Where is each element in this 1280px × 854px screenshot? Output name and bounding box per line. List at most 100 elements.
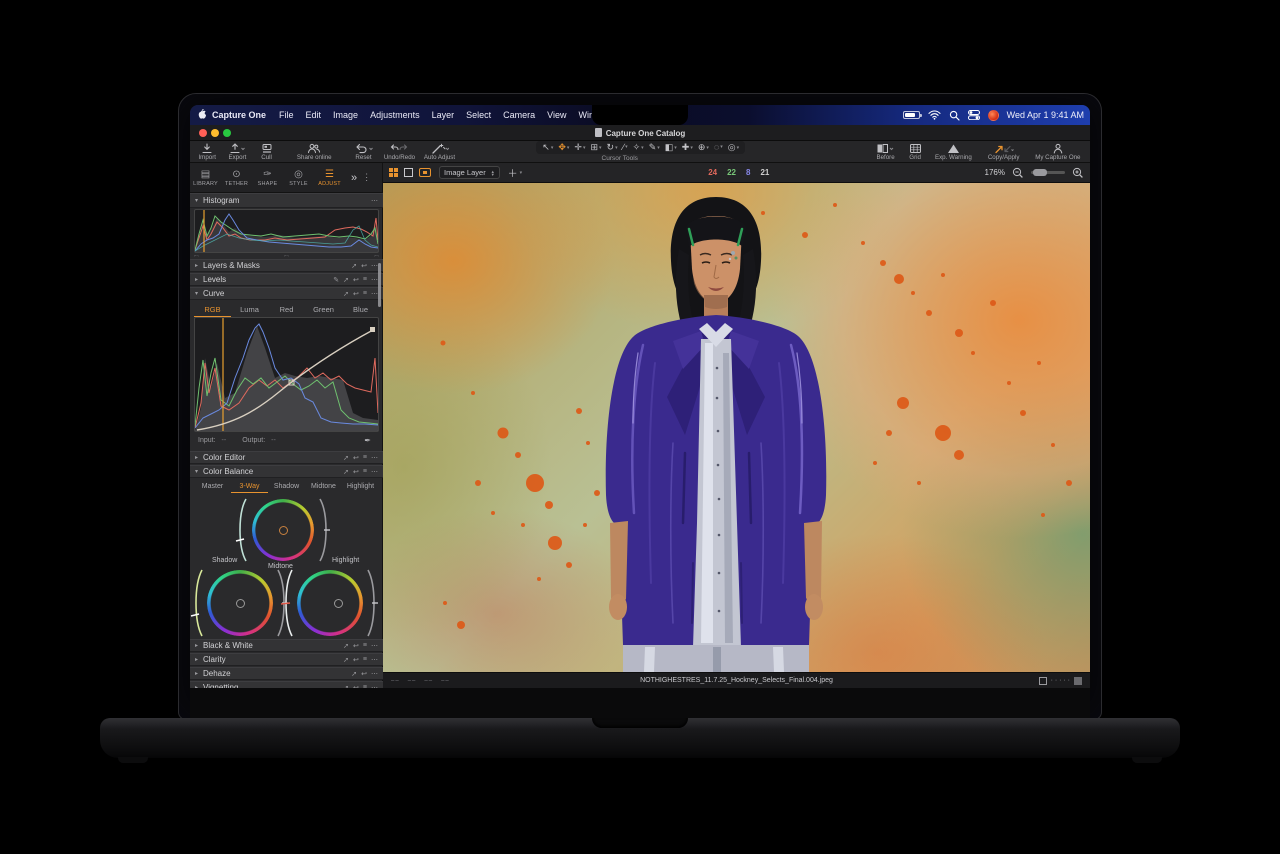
midtone-wheel-cursor[interactable]	[279, 526, 288, 535]
shadow-left-slider[interactable]	[190, 568, 204, 638]
before-button[interactable]: Before	[874, 143, 896, 161]
more-icon[interactable]: ⋯	[371, 642, 378, 650]
cull-button[interactable]: Cull	[256, 143, 278, 161]
curve-tab-luma[interactable]: Luma	[231, 303, 268, 317]
presets-icon[interactable]: ≡	[363, 454, 367, 462]
reset-icon[interactable]: ↩	[353, 276, 359, 284]
apple-menu-icon[interactable]	[196, 108, 207, 122]
expand-tabs-icon[interactable]: »	[351, 172, 357, 184]
presets-icon[interactable]: ≡	[363, 468, 367, 476]
reset-icon[interactable]: ↩	[353, 454, 359, 462]
tab-shape[interactable]: ✑SHAPE	[252, 169, 283, 187]
curve-tab-red[interactable]: Red	[268, 303, 305, 317]
curve-tab-rgb[interactable]: RGB	[194, 303, 231, 317]
share-online-button[interactable]: Share online	[296, 143, 333, 161]
menu-edit[interactable]: Edit	[306, 110, 322, 120]
midtone-right-slider[interactable]	[318, 497, 332, 563]
zoom-level[interactable]: 176%	[985, 168, 1005, 177]
panel-header-histogram[interactable]: ▾ Histogram ⋯	[190, 193, 383, 208]
zoom-in-icon[interactable]	[1072, 167, 1084, 179]
cb-tab-midtone[interactable]: Midtone	[305, 481, 342, 493]
cb-tab-master[interactable]: Master	[194, 481, 231, 493]
tab-library[interactable]: ▤LIBRARY	[190, 169, 221, 187]
single-view-icon[interactable]	[404, 168, 413, 177]
tab-tether[interactable]: ⊙TETHER	[221, 169, 252, 187]
footer-rating-dots[interactable]: · · · · ·	[1051, 677, 1070, 684]
curve-picker-icon[interactable]: ✒	[364, 436, 371, 445]
more-icon[interactable]: ⋯	[371, 276, 378, 284]
reset-icon[interactable]: ↩	[353, 468, 359, 476]
curve-graph[interactable]	[194, 317, 379, 432]
panel-header-levels[interactable]: ▸ Levels ✎➚↩≡⋯	[190, 273, 383, 286]
menu-file[interactable]: File	[279, 110, 294, 120]
panel-header-color-editor[interactable]: ▸ Color Editor ➚↩≡⋯	[190, 451, 383, 464]
draw-mask-tool[interactable]: ✎▾	[647, 142, 662, 153]
curve-tab-blue[interactable]: Blue	[342, 303, 379, 317]
panel-header-vignetting[interactable]: ▸ Vignetting ➚↩≡⋯	[190, 681, 383, 688]
panel-header-curve[interactable]: ▾ Curve ➚↩≡⋯	[190, 287, 383, 300]
focus-tool[interactable]: ◎▾	[726, 142, 741, 153]
gradient-mask-tool[interactable]: ◧▾	[663, 142, 679, 153]
hand-tool[interactable]: ✥▾	[556, 142, 571, 153]
control-center-icon[interactable]	[968, 110, 980, 120]
reset-icon[interactable]: ↩	[361, 262, 367, 270]
cb-tab-highlight[interactable]: Highlight	[342, 481, 379, 493]
erase-tool[interactable]: ◌▾	[712, 142, 725, 152]
footer-frame-icon[interactable]	[1039, 677, 1047, 685]
search-icon[interactable]	[949, 110, 960, 121]
rotate-tool[interactable]: ↻▾	[605, 142, 620, 153]
heal-tool[interactable]: ✚▾	[680, 142, 695, 153]
highlight-left-slider[interactable]	[280, 568, 294, 638]
presets-icon[interactable]: ≡	[363, 290, 367, 298]
multi-view-icon[interactable]	[389, 168, 398, 177]
panel-header-clarity[interactable]: ▸ Clarity ➚↩≡⋯	[190, 653, 383, 666]
move-tool[interactable]: ✛▾	[572, 142, 587, 153]
menu-adjustments[interactable]: Adjustments	[370, 110, 420, 120]
panel-header-layers[interactable]: ▸ Layers & Masks ➚↩⋯	[190, 259, 383, 272]
reset-icon[interactable]: ↩	[353, 290, 359, 298]
tab-options-icon[interactable]: ⋮	[362, 172, 371, 183]
tab-style[interactable]: ◎STYLE	[283, 169, 314, 187]
my-capture-one-button[interactable]: My Capture One	[1034, 143, 1082, 161]
tab-adjust[interactable]: ☰ADJUST	[314, 169, 345, 187]
copy-adjustments-icon[interactable]: ➚	[343, 276, 349, 284]
menu-app-name[interactable]: Capture One	[212, 110, 266, 120]
panel-header-color-balance[interactable]: ▾ Color Balance ➚↩≡⋯	[190, 465, 383, 478]
more-icon[interactable]: ⋯	[371, 454, 378, 462]
copy-adjustments-icon[interactable]: ➚	[343, 290, 349, 298]
menu-layer[interactable]: Layer	[432, 110, 455, 120]
panel-scrollbar[interactable]	[378, 263, 381, 307]
copy-adjustments-icon[interactable]: ➚	[343, 468, 349, 476]
clone-tool[interactable]: ⊕▾	[696, 142, 711, 153]
capture-one-menu-extra-icon[interactable]	[988, 110, 999, 121]
zoom-slider[interactable]	[1031, 171, 1065, 174]
copy-adjustments-icon[interactable]: ➚	[351, 670, 357, 678]
straighten-tool[interactable]: ∕▾	[621, 142, 630, 152]
highlight-right-slider[interactable]	[366, 568, 380, 638]
copy-apply-button[interactable]: Copy/Apply	[987, 143, 1020, 161]
reset-icon[interactable]: ↩	[361, 670, 367, 678]
panel-header-black-white[interactable]: ▸ Black & White ➚↩≡⋯	[190, 639, 383, 652]
undo-redo-button[interactable]: Undo/Redo	[383, 143, 416, 161]
menu-view[interactable]: View	[547, 110, 566, 120]
copy-adjustments-icon[interactable]: ➚	[343, 454, 349, 462]
menu-image[interactable]: Image	[333, 110, 358, 120]
reset-button[interactable]: Reset	[353, 143, 375, 161]
picker-tool[interactable]: ✧▾	[631, 142, 646, 153]
reset-icon[interactable]: ↩	[353, 656, 359, 664]
panel-header-dehaze[interactable]: ▸ Dehaze ➚↩⋯	[190, 667, 383, 680]
export-button[interactable]: Export	[226, 143, 248, 161]
presets-icon[interactable]: ≡	[363, 642, 367, 650]
presets-icon[interactable]: ≡	[363, 656, 367, 664]
crop-tool[interactable]: ⊞▾	[588, 142, 603, 153]
more-icon[interactable]: ⋯	[371, 262, 378, 270]
footer-color-tag-icon[interactable]	[1074, 677, 1082, 685]
photo-canvas[interactable]	[383, 183, 1090, 672]
shadow-wheel-cursor[interactable]	[236, 599, 245, 608]
layer-select[interactable]: Image Layer ▲▼	[439, 166, 500, 179]
wifi-icon[interactable]	[928, 110, 941, 120]
zoom-out-icon[interactable]	[1012, 167, 1024, 179]
import-button[interactable]: Import	[196, 143, 218, 161]
menu-clock[interactable]: Wed Apr 1 9:41 AM	[1007, 110, 1084, 120]
window-titlebar[interactable]: Capture One Catalog	[190, 125, 1090, 141]
